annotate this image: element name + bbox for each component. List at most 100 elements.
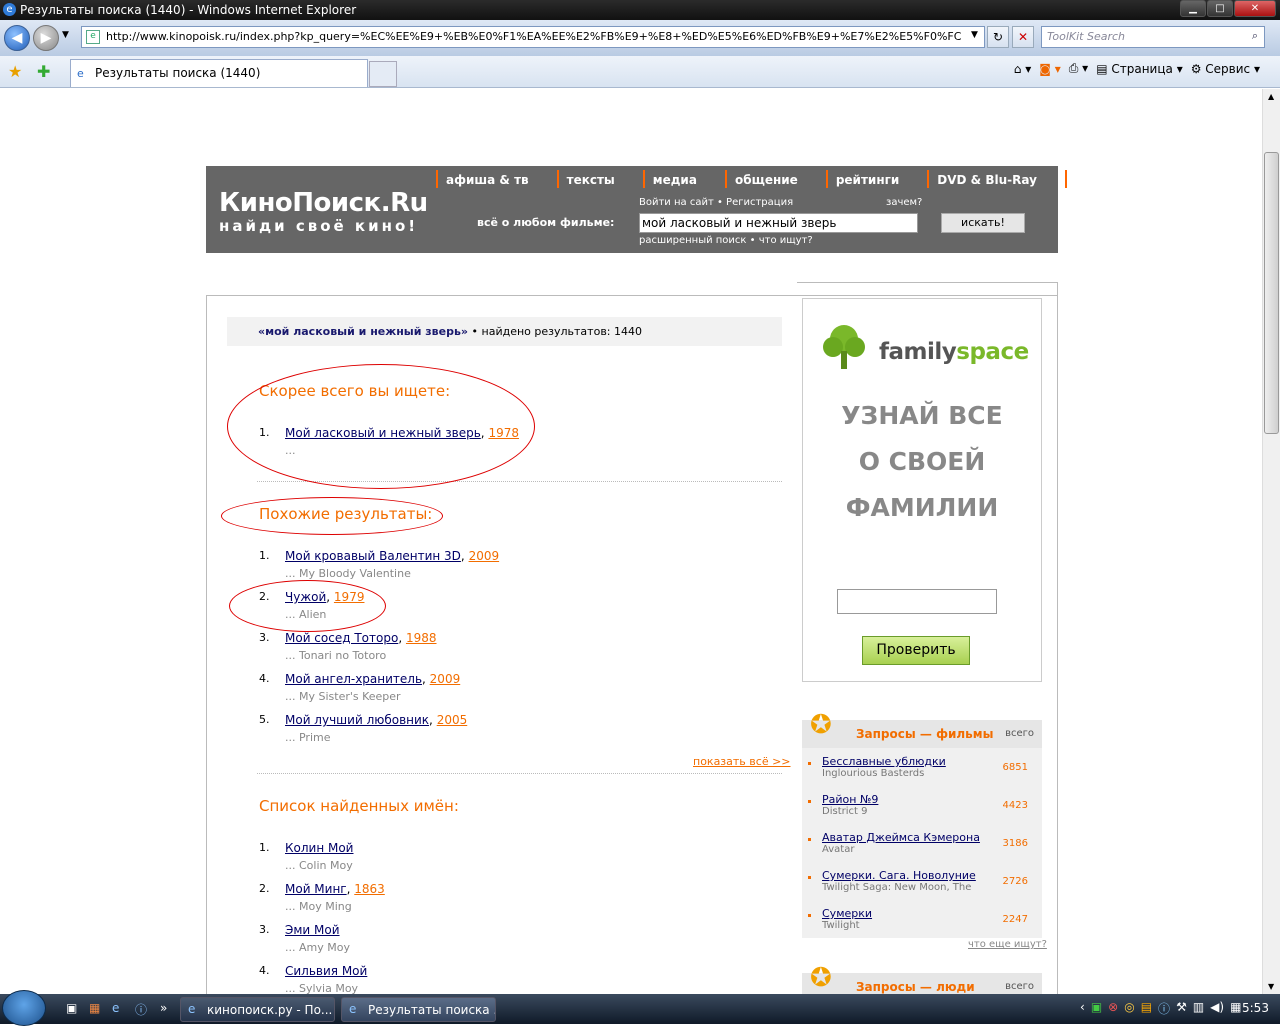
rss-icon[interactable]: ◙ ▾: [1039, 62, 1060, 76]
site-search-input[interactable]: мой ласковый и нежный зверь: [639, 213, 918, 233]
tray-expand-icon[interactable]: ‹: [1080, 1000, 1085, 1017]
tray-app-icon[interactable]: ▦: [1230, 1000, 1241, 1017]
queries-people-header: ✪ Запросы — люди всего: [802, 963, 1042, 994]
quicklaunch-icon[interactable]: ⓘ: [135, 1001, 147, 1018]
minimize-button[interactable]: ▁: [1180, 0, 1206, 17]
volume-icon[interactable]: ◀): [1210, 1000, 1224, 1017]
familyspace-ad[interactable]: familyspace УЗНАЙ ВСЕ О СВОЕЙ ФАМИЛИИ Пр…: [802, 298, 1042, 682]
query-row: Район №9 District 9 4423: [802, 793, 1042, 831]
person-link[interactable]: Колин Мой: [285, 841, 353, 855]
queries-films-header: ✪ Запросы — фильмы всего: [802, 710, 1042, 748]
menu-item-play[interactable]: играть!: [1064, 170, 1134, 188]
bullet: [808, 876, 811, 879]
taskbar-button-kinopoisk[interactable]: e кинопоиск.ру - По...: [180, 997, 335, 1022]
close-window-button[interactable]: ✕: [1234, 0, 1276, 17]
menu-item-texts[interactable]: тексты: [556, 170, 623, 188]
stop-button[interactable]: ✕: [1012, 26, 1034, 48]
service-menu[interactable]: ⚙ Сервис ▾: [1191, 62, 1260, 76]
year-link[interactable]: 2009: [430, 672, 461, 686]
start-button[interactable]: [2, 990, 46, 1026]
tray-app-icon[interactable]: ▤: [1141, 1000, 1152, 1017]
page-menu[interactable]: ▤ Страница ▾: [1096, 62, 1183, 76]
menu-item-afisha[interactable]: афиша & тв: [436, 170, 537, 188]
film-link[interactable]: Мой кровавый Валентин 3D: [285, 549, 461, 563]
print-icon[interactable]: ⎙ ▾: [1069, 61, 1088, 76]
query-film-link[interactable]: Сумерки: [822, 907, 872, 920]
query-film-link[interactable]: Аватар Джеймса Кэмерона: [822, 831, 980, 844]
history-dropdown-icon[interactable]: ▼: [62, 30, 69, 40]
year-link[interactable]: 2009: [469, 549, 500, 563]
star-magnifier-icon: ✪: [810, 963, 832, 993]
ie-icon: e: [349, 1002, 357, 1016]
item-subtitle: ... Amy Moy: [285, 941, 350, 954]
menu-item-community[interactable]: общение: [724, 170, 806, 188]
query-film-link[interactable]: Сумерки. Сага. Новолуние: [822, 869, 976, 882]
new-tab-button[interactable]: [369, 61, 397, 87]
taskbar-button-results[interactable]: e Результаты поиска ...: [341, 997, 496, 1022]
address-bar[interactable]: e http://www.kinopoisk.ru/index.php?kp_q…: [81, 26, 985, 48]
query-film-link[interactable]: Бесславные ублюдки: [822, 755, 946, 768]
query-count: 3186: [1002, 838, 1028, 849]
results-summary: «мой ласковый и нежный зверь» • найдено …: [227, 317, 782, 346]
query-film-link[interactable]: Район №9: [822, 793, 878, 806]
year-link[interactable]: 1988: [406, 631, 437, 645]
scroll-up-icon[interactable]: ▲: [1268, 92, 1274, 101]
tray-network-icon[interactable]: ▥: [1193, 1000, 1204, 1017]
ad-check-button[interactable]: Проверить: [862, 636, 970, 665]
search-icon[interactable]: ⌕: [1252, 29, 1258, 43]
year-link[interactable]: 2005: [437, 713, 468, 727]
site-logo[interactable]: КиноПоиск.Ru найди своё кино!: [219, 188, 428, 234]
ie-quicklaunch-icon[interactable]: e: [112, 1001, 119, 1015]
advanced-search-link[interactable]: расширенный поиск: [639, 235, 746, 246]
add-favorites-icon[interactable]: ✚: [37, 62, 50, 81]
maximize-button[interactable]: □: [1207, 0, 1233, 17]
tray-app-icon[interactable]: ⓘ: [1158, 1000, 1170, 1017]
tray-app-icon[interactable]: ◎: [1124, 1000, 1134, 1017]
clock[interactable]: 5:53: [1242, 1001, 1269, 1015]
film-link[interactable]: Мой сосед Тоторо: [285, 631, 398, 645]
queries-people-box: ✪ Запросы — люди всего: [802, 963, 1042, 994]
what-they-search-link[interactable]: что ищут?: [759, 235, 813, 246]
address-dropdown-icon[interactable]: ▼: [971, 30, 978, 40]
film-link[interactable]: Мой лучший любовник: [285, 713, 429, 727]
item-subtitle: ... My Sister's Keeper: [285, 690, 401, 703]
person-link[interactable]: Мой Минг: [285, 882, 347, 896]
show-all-link[interactable]: показать всё >>: [693, 755, 791, 768]
back-button[interactable]: ◀: [4, 25, 30, 51]
divider: [257, 773, 782, 774]
scroll-thumb[interactable]: [1264, 152, 1279, 434]
home-icon[interactable]: ⌂ ▾: [1014, 62, 1031, 76]
tray-app-icon[interactable]: ⊗: [1108, 1000, 1118, 1017]
query-film-en: Inglourious Basterds: [822, 768, 925, 779]
tray-app-icon[interactable]: ⚒: [1176, 1000, 1187, 1017]
why-link[interactable]: зачем?: [886, 197, 922, 208]
item-subtitle: ... Colin Moy: [285, 859, 353, 872]
login-link[interactable]: Войти на сайт: [639, 197, 714, 208]
film-link[interactable]: Мой ангел-хранитель: [285, 672, 422, 686]
favorites-bar: ★ ✚ e Результаты поиска (1440) ⌂ ▾ ◙ ▾ ⎙…: [0, 56, 1280, 88]
menu-item-ratings[interactable]: рейтинги: [825, 170, 907, 188]
frame-notch: [797, 282, 1058, 296]
more-queries-link[interactable]: что еще ищут?: [968, 939, 1047, 950]
ad-surname-input[interactable]: [837, 589, 997, 614]
scroll-down-icon[interactable]: ▼: [1268, 982, 1274, 991]
favorites-star-icon[interactable]: ★: [8, 62, 22, 81]
quicklaunch-more-icon[interactable]: »: [160, 1001, 167, 1015]
person-link[interactable]: Эми Мой: [285, 923, 340, 937]
vertical-scrollbar[interactable]: ▲ ▼: [1262, 89, 1280, 994]
toolkit-search-input[interactable]: ToolKit Search ⌕: [1041, 26, 1265, 48]
person-link[interactable]: Сильвия Мой: [285, 964, 367, 978]
year-link[interactable]: 1863: [354, 882, 385, 896]
forward-button[interactable]: ▶: [33, 25, 59, 51]
menu-item-media[interactable]: медиа: [642, 170, 705, 188]
query-count: 6851: [1002, 762, 1028, 773]
tab-current[interactable]: e Результаты поиска (1440): [70, 59, 368, 87]
quicklaunch-icon[interactable]: ▣: [66, 1001, 77, 1015]
quicklaunch-icon[interactable]: ▦: [89, 1001, 100, 1015]
refresh-button[interactable]: ↻: [987, 26, 1009, 48]
tray-app-icon[interactable]: ▣: [1091, 1000, 1102, 1017]
annotation-circle: [227, 364, 535, 489]
site-search-button[interactable]: искать!: [941, 213, 1025, 233]
register-link[interactable]: Регистрация: [726, 197, 793, 208]
menu-item-dvd[interactable]: DVD & Blu-Ray: [927, 170, 1045, 188]
